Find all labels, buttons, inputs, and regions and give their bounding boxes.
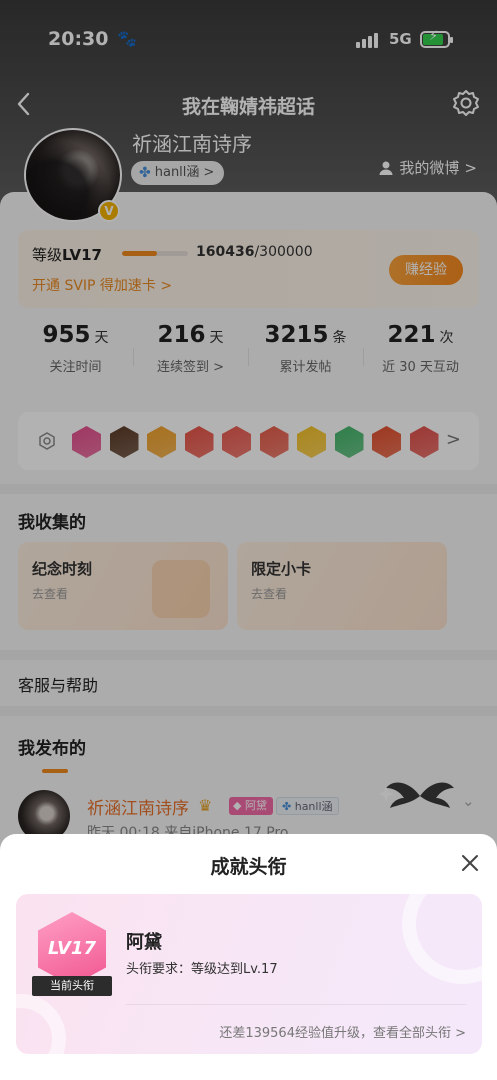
close-icon[interactable] — [459, 852, 481, 874]
current-title-ribbon: 当前头衔 — [32, 976, 112, 996]
level-badge-text: LV17 — [48, 938, 96, 959]
sheet-title: 成就头衔 — [210, 856, 287, 878]
current-title-card: LV17 当前头衔 阿黛 头衔要求：等级达到Lv.17 还差139564经验值升… — [16, 894, 482, 1054]
badge-name: 阿黛 — [126, 932, 162, 953]
badge-requirement: 头衔要求：等级达到Lv.17 — [126, 962, 278, 977]
achievement-sheet: 成就头衔 LV17 当前头衔 阿黛 头衔要求：等级达到Lv.17 还差13956… — [0, 834, 497, 1080]
view-all-titles-link[interactable]: 还差139564经验值升级，查看全部头衔 > — [219, 1022, 466, 1041]
